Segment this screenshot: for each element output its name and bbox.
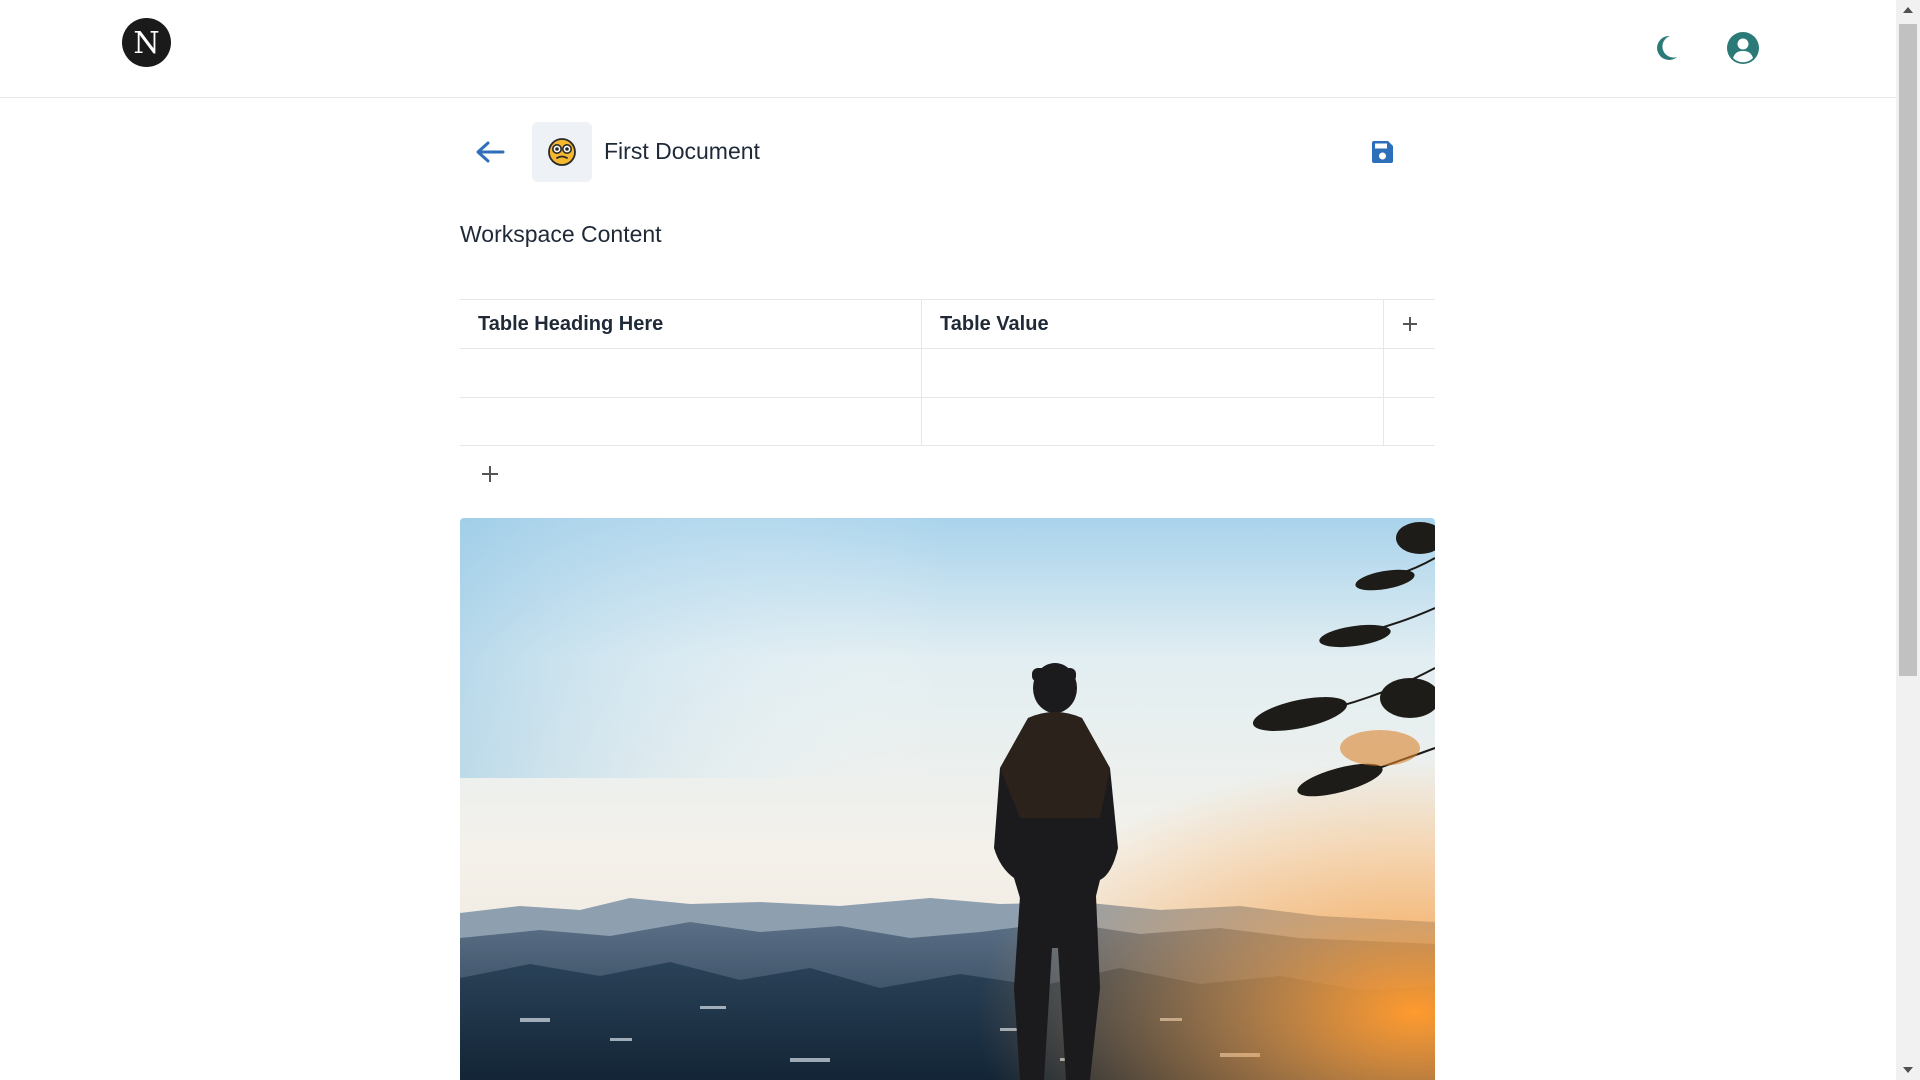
table-header-row: Table Heading Here Table Value <box>460 299 1435 348</box>
table-row <box>460 397 1435 446</box>
add-column-button[interactable] <box>1384 300 1435 348</box>
theme-toggle-button[interactable] <box>1648 31 1684 65</box>
content-table: Table Heading Here Table Value <box>460 299 1435 446</box>
top-navbar: N <box>0 0 1896 98</box>
table-cell[interactable] <box>922 349 1384 397</box>
plus-icon <box>482 466 498 482</box>
table-header-cell[interactable]: Table Heading Here <box>460 300 922 348</box>
save-icon <box>1372 141 1393 163</box>
scroll-thumb[interactable] <box>1899 24 1917 676</box>
plus-icon <box>1402 317 1417 331</box>
face-emoji-icon <box>548 138 576 166</box>
profile-button[interactable] <box>1724 29 1762 67</box>
page-scrollbar[interactable] <box>1896 0 1920 1080</box>
section-heading[interactable]: Workspace Content <box>460 221 662 248</box>
caret-down-icon <box>1903 1067 1913 1073</box>
table-row <box>460 348 1435 397</box>
mountain-landscape-photo <box>460 518 1435 1080</box>
scroll-down-button[interactable] <box>1896 1060 1920 1080</box>
table-cell-spacer <box>1384 349 1435 397</box>
document-title[interactable]: First Document <box>604 138 760 165</box>
save-button[interactable] <box>1364 136 1400 168</box>
logo-letter: N <box>133 25 160 61</box>
arrow-left-icon <box>476 141 505 163</box>
app-logo[interactable]: N <box>122 18 171 67</box>
user-circle-icon <box>1727 32 1759 64</box>
add-row-button[interactable] <box>474 458 506 490</box>
moon-icon <box>1657 35 1677 60</box>
table-cell[interactable] <box>922 398 1384 445</box>
caret-up-icon <box>1903 7 1913 13</box>
table-cell[interactable] <box>460 349 922 397</box>
document-icon-picker[interactable] <box>532 122 592 182</box>
scroll-up-button[interactable] <box>1896 0 1920 20</box>
table-cell[interactable] <box>460 398 922 445</box>
landscape-illustration <box>460 518 1435 1080</box>
back-button[interactable] <box>470 132 510 172</box>
table-header-cell[interactable]: Table Value <box>922 300 1384 348</box>
table-cell-spacer <box>1384 398 1435 445</box>
